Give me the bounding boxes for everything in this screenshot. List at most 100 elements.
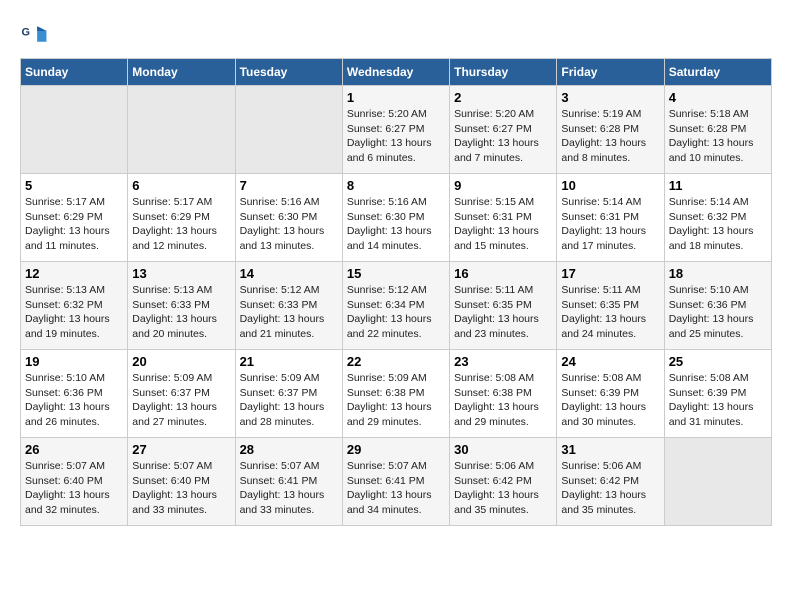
day-info: Sunrise: 5:09 AM Sunset: 6:37 PM Dayligh…: [240, 371, 338, 430]
day-number: 26: [25, 442, 123, 457]
day-info: Sunrise: 5:14 AM Sunset: 6:31 PM Dayligh…: [561, 195, 659, 254]
cell-week4-day1: 20Sunrise: 5:09 AM Sunset: 6:37 PM Dayli…: [128, 350, 235, 438]
cell-week3-day2: 14Sunrise: 5:12 AM Sunset: 6:33 PM Dayli…: [235, 262, 342, 350]
day-number: 12: [25, 266, 123, 281]
col-header-sunday: Sunday: [21, 59, 128, 86]
logo: G: [20, 20, 50, 48]
cell-week1-day6: 4 Sunrise: 5:18 AM Sunset: 6:28 PM Daylig…: [664, 86, 771, 174]
cell-week2-day4: 9 Sunrise: 5:15 AM Sunset: 6:31 PM Daylig…: [450, 174, 557, 262]
cell-week1-day1: [128, 86, 235, 174]
cell-week2-day6: 11 Sunrise: 5:14 AM Sunset: 6:32 PM Dayli…: [664, 174, 771, 262]
cell-week1-day0: [21, 86, 128, 174]
col-header-friday: Friday: [557, 59, 664, 86]
day-number: 25: [669, 354, 767, 369]
cell-week1-day4: 2Sunrise: 5:20 AM Sunset: 6:27 PM Daylig…: [450, 86, 557, 174]
cell-week2-day5: 10 Sunrise: 5:14 AM Sunset: 6:31 PM Dayli…: [557, 174, 664, 262]
day-info: Sunrise: 5:10 AM Sunset: 6:36 PM Dayligh…: [25, 371, 123, 430]
cell-week5-day1: 27 Sunrise: 5:07 AM Sunset: 6:40 PM Dayli…: [128, 438, 235, 526]
week-row-5: 26 Sunrise: 5:07 AM Sunset: 6:40 PM Dayli…: [21, 438, 772, 526]
day-number: 10: [561, 178, 659, 193]
week-row-1: 1 Sunrise: 5:20 AM Sunset: 6:27 PM Daylig…: [21, 86, 772, 174]
header-row: SundayMondayTuesdayWednesdayThursdayFrid…: [21, 59, 772, 86]
day-info: Sunrise: 5:20 AM Sunset: 6:27 PM Dayligh…: [347, 107, 445, 166]
cell-week1-day3: 1 Sunrise: 5:20 AM Sunset: 6:27 PM Daylig…: [342, 86, 449, 174]
day-number: 30: [454, 442, 552, 457]
day-number: 31: [561, 442, 659, 457]
day-number: 13: [132, 266, 230, 281]
day-number: 5: [25, 178, 123, 193]
week-row-4: 19 Sunrise: 5:10 AM Sunset: 6:36 PM Dayli…: [21, 350, 772, 438]
day-number: 9: [454, 178, 552, 193]
cell-week5-day0: 26 Sunrise: 5:07 AM Sunset: 6:40 PM Dayli…: [21, 438, 128, 526]
day-info: Sunrise: 5:08 AM Sunset: 6:38 PM Dayligh…: [454, 371, 552, 430]
day-info: Sunrise: 5:09 AM Sunset: 6:37 PM Dayligh…: [132, 371, 230, 430]
day-info: Sunrise: 5:07 AM Sunset: 6:40 PM Dayligh…: [25, 459, 123, 518]
cell-week4-day3: 22 Sunrise: 5:09 AM Sunset: 6:38 PM Dayli…: [342, 350, 449, 438]
day-number: 22: [347, 354, 445, 369]
col-header-thursday: Thursday: [450, 59, 557, 86]
day-number: 27: [132, 442, 230, 457]
cell-week3-day6: 18Sunrise: 5:10 AM Sunset: 6:36 PM Dayli…: [664, 262, 771, 350]
day-info: Sunrise: 5:16 AM Sunset: 6:30 PM Dayligh…: [240, 195, 338, 254]
day-info: Sunrise: 5:12 AM Sunset: 6:33 PM Dayligh…: [240, 283, 338, 342]
day-number: 11: [669, 178, 767, 193]
cell-week3-day4: 16 Sunrise: 5:11 AM Sunset: 6:35 PM Dayli…: [450, 262, 557, 350]
col-header-monday: Monday: [128, 59, 235, 86]
col-header-saturday: Saturday: [664, 59, 771, 86]
day-number: 24: [561, 354, 659, 369]
day-number: 23: [454, 354, 552, 369]
day-info: Sunrise: 5:14 AM Sunset: 6:32 PM Dayligh…: [669, 195, 767, 254]
cell-week2-day1: 6Sunrise: 5:17 AM Sunset: 6:29 PM Daylig…: [128, 174, 235, 262]
day-number: 1: [347, 90, 445, 105]
day-info: Sunrise: 5:17 AM Sunset: 6:29 PM Dayligh…: [25, 195, 123, 254]
day-info: Sunrise: 5:15 AM Sunset: 6:31 PM Dayligh…: [454, 195, 552, 254]
col-header-tuesday: Tuesday: [235, 59, 342, 86]
day-info: Sunrise: 5:08 AM Sunset: 6:39 PM Dayligh…: [669, 371, 767, 430]
week-row-3: 12Sunrise: 5:13 AM Sunset: 6:32 PM Dayli…: [21, 262, 772, 350]
day-info: Sunrise: 5:12 AM Sunset: 6:34 PM Dayligh…: [347, 283, 445, 342]
day-number: 4: [669, 90, 767, 105]
header: G: [20, 20, 772, 48]
day-info: Sunrise: 5:16 AM Sunset: 6:30 PM Dayligh…: [347, 195, 445, 254]
cell-week5-day6: [664, 438, 771, 526]
day-number: 3: [561, 90, 659, 105]
day-info: Sunrise: 5:06 AM Sunset: 6:42 PM Dayligh…: [561, 459, 659, 518]
cell-week4-day5: 24Sunrise: 5:08 AM Sunset: 6:39 PM Dayli…: [557, 350, 664, 438]
day-number: 17: [561, 266, 659, 281]
day-info: Sunrise: 5:11 AM Sunset: 6:35 PM Dayligh…: [454, 283, 552, 342]
day-number: 7: [240, 178, 338, 193]
day-info: Sunrise: 5:17 AM Sunset: 6:29 PM Dayligh…: [132, 195, 230, 254]
day-number: 16: [454, 266, 552, 281]
day-info: Sunrise: 5:11 AM Sunset: 6:35 PM Dayligh…: [561, 283, 659, 342]
cell-week2-day3: 8 Sunrise: 5:16 AM Sunset: 6:30 PM Daylig…: [342, 174, 449, 262]
day-info: Sunrise: 5:06 AM Sunset: 6:42 PM Dayligh…: [454, 459, 552, 518]
cell-week2-day2: 7 Sunrise: 5:16 AM Sunset: 6:30 PM Daylig…: [235, 174, 342, 262]
cell-week3-day0: 12Sunrise: 5:13 AM Sunset: 6:32 PM Dayli…: [21, 262, 128, 350]
day-number: 21: [240, 354, 338, 369]
week-row-2: 5 Sunrise: 5:17 AM Sunset: 6:29 PM Daylig…: [21, 174, 772, 262]
cell-week4-day2: 21 Sunrise: 5:09 AM Sunset: 6:37 PM Dayli…: [235, 350, 342, 438]
cell-week1-day2: [235, 86, 342, 174]
day-info: Sunrise: 5:20 AM Sunset: 6:27 PM Dayligh…: [454, 107, 552, 166]
day-number: 28: [240, 442, 338, 457]
day-info: Sunrise: 5:13 AM Sunset: 6:33 PM Dayligh…: [132, 283, 230, 342]
cell-week3-day5: 17 Sunrise: 5:11 AM Sunset: 6:35 PM Dayli…: [557, 262, 664, 350]
cell-week5-day3: 29Sunrise: 5:07 AM Sunset: 6:41 PM Dayli…: [342, 438, 449, 526]
cell-week5-day5: 31 Sunrise: 5:06 AM Sunset: 6:42 PM Dayli…: [557, 438, 664, 526]
day-info: Sunrise: 5:07 AM Sunset: 6:40 PM Dayligh…: [132, 459, 230, 518]
day-info: Sunrise: 5:07 AM Sunset: 6:41 PM Dayligh…: [240, 459, 338, 518]
day-info: Sunrise: 5:09 AM Sunset: 6:38 PM Dayligh…: [347, 371, 445, 430]
day-number: 29: [347, 442, 445, 457]
cell-week5-day4: 30 Sunrise: 5:06 AM Sunset: 6:42 PM Dayli…: [450, 438, 557, 526]
cell-week4-day4: 23 Sunrise: 5:08 AM Sunset: 6:38 PM Dayli…: [450, 350, 557, 438]
cell-week3-day1: 13 Sunrise: 5:13 AM Sunset: 6:33 PM Dayli…: [128, 262, 235, 350]
cell-week2-day0: 5 Sunrise: 5:17 AM Sunset: 6:29 PM Daylig…: [21, 174, 128, 262]
cell-week3-day3: 15 Sunrise: 5:12 AM Sunset: 6:34 PM Dayli…: [342, 262, 449, 350]
day-number: 18: [669, 266, 767, 281]
day-info: Sunrise: 5:18 AM Sunset: 6:28 PM Dayligh…: [669, 107, 767, 166]
day-info: Sunrise: 5:19 AM Sunset: 6:28 PM Dayligh…: [561, 107, 659, 166]
day-number: 19: [25, 354, 123, 369]
day-number: 15: [347, 266, 445, 281]
logo-icon: G: [20, 20, 48, 48]
day-number: 8: [347, 178, 445, 193]
